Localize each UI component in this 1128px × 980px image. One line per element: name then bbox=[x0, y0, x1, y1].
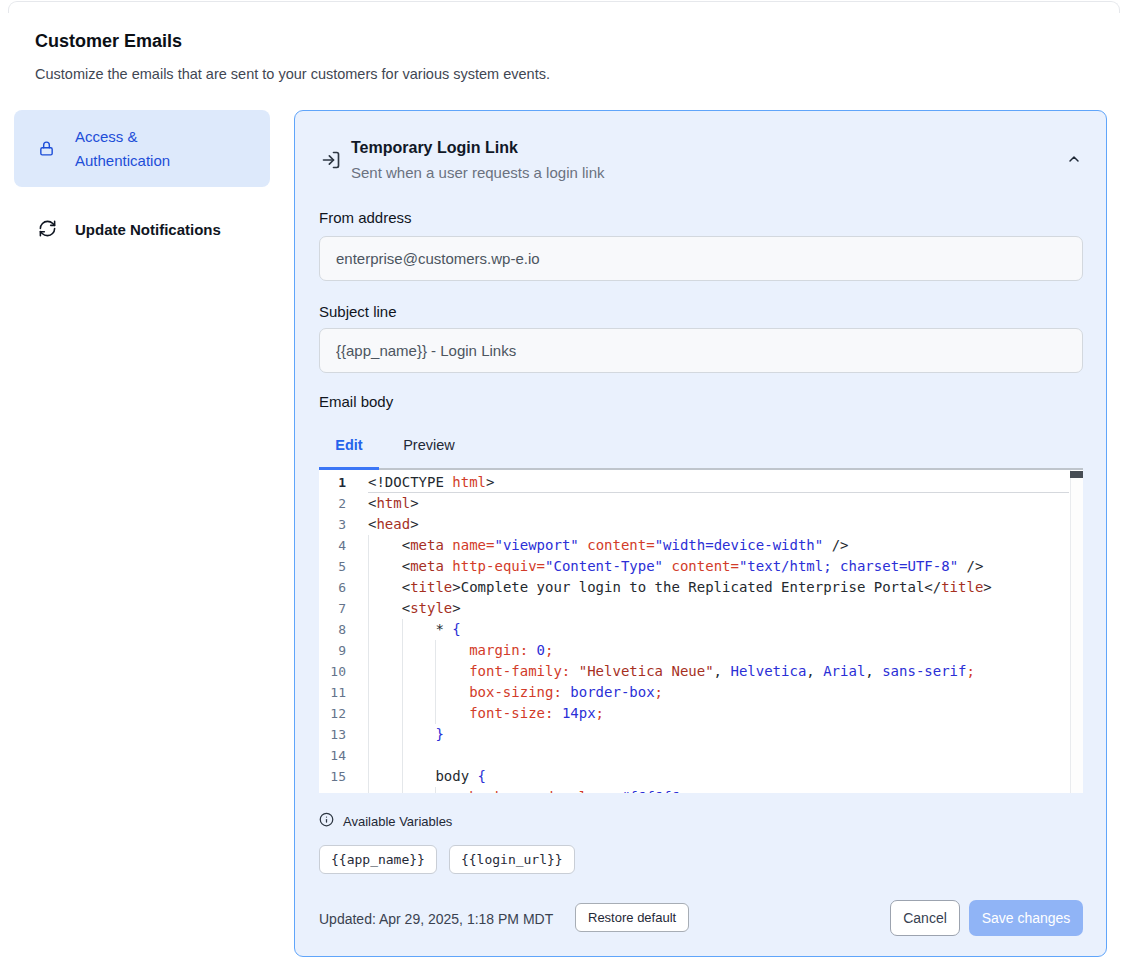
available-variables-row: Available Variables bbox=[319, 813, 452, 829]
page-subtitle: Customize the emails that are sent to yo… bbox=[35, 66, 550, 82]
editor-scrollbar-thumb[interactable] bbox=[1070, 471, 1083, 478]
code-line: 11 box-sizing: border-box; bbox=[319, 682, 1083, 703]
restore-default-button[interactable]: Restore default bbox=[575, 903, 689, 932]
code-editor-lines: 1<!DOCTYPE html>2<html>3<head>4 <meta na… bbox=[319, 472, 1083, 793]
tab-edit[interactable]: Edit bbox=[319, 427, 379, 470]
log-in-icon bbox=[321, 150, 341, 174]
code-line: 6 <title>Complete your login to the Repl… bbox=[319, 577, 1083, 598]
code-editor[interactable]: 1<!DOCTYPE html>2<html>3<head>4 <meta na… bbox=[319, 470, 1083, 793]
code-line: 5 <meta http-equiv="Content-Type" conten… bbox=[319, 556, 1083, 577]
email-body-label: Email body bbox=[319, 393, 393, 410]
page-title: Customer Emails bbox=[35, 31, 182, 52]
from-address-label: From address bbox=[319, 209, 412, 226]
from-address-input[interactable] bbox=[319, 236, 1083, 281]
code-line: 12 font-size: 14px; bbox=[319, 703, 1083, 724]
code-line: 4 <meta name="viewport" content="width=d… bbox=[319, 535, 1083, 556]
code-line: 1<!DOCTYPE html> bbox=[319, 472, 1083, 493]
sidebar: Access & Authentication Update Notificat… bbox=[14, 110, 270, 255]
code-line: 15 body { bbox=[319, 766, 1083, 787]
code-line: 9 margin: 0; bbox=[319, 640, 1083, 661]
updated-timestamp: Updated: Apr 29, 2025, 1:18 PM MDT bbox=[319, 911, 553, 927]
sidebar-item-access-authentication[interactable]: Access & Authentication bbox=[14, 110, 270, 187]
subject-line-input[interactable] bbox=[319, 328, 1083, 373]
variable-chips: {{app_name}} {{login_url}} bbox=[319, 845, 575, 874]
available-variables-label: Available Variables bbox=[343, 814, 452, 829]
email-settings-card: Temporary Login Link Sent when a user re… bbox=[294, 110, 1107, 957]
code-line: 14 bbox=[319, 745, 1083, 766]
variable-chip[interactable]: {{app_name}} bbox=[319, 845, 437, 874]
cancel-button[interactable]: Cancel bbox=[890, 900, 960, 936]
tab-preview[interactable]: Preview bbox=[379, 427, 479, 470]
editor-scrollbar-track[interactable] bbox=[1070, 470, 1083, 793]
sidebar-item-label: Update Notifications bbox=[75, 218, 265, 242]
card-subtitle: Sent when a user requests a login link bbox=[351, 164, 604, 181]
code-line: 3<head> bbox=[319, 514, 1083, 535]
card-title: Temporary Login Link bbox=[351, 139, 518, 157]
code-line: 13 } bbox=[319, 724, 1083, 745]
code-line: 7 <style> bbox=[319, 598, 1083, 619]
subject-line-label: Subject line bbox=[319, 303, 397, 320]
info-icon bbox=[319, 812, 334, 831]
variable-chip[interactable]: {{login_url}} bbox=[449, 845, 575, 874]
save-changes-button[interactable]: Save changes bbox=[969, 900, 1083, 936]
code-line: 10 font-family: "Helvetica Neue", Helvet… bbox=[319, 661, 1083, 682]
sidebar-item-update-notifications[interactable]: Update Notifications bbox=[14, 203, 270, 255]
code-line: 2<html> bbox=[319, 493, 1083, 514]
sidebar-item-label: Access & Authentication bbox=[75, 125, 215, 173]
chevron-up-icon[interactable] bbox=[1066, 151, 1082, 171]
lock-icon bbox=[38, 140, 55, 161]
code-line: 8 * { bbox=[319, 619, 1083, 640]
section-top-border bbox=[8, 1, 1120, 13]
sync-icon bbox=[38, 219, 57, 242]
code-line: 16 background-color: #f6f6f6; bbox=[319, 787, 1083, 793]
editor-tabbar: Edit Preview bbox=[319, 427, 1083, 470]
